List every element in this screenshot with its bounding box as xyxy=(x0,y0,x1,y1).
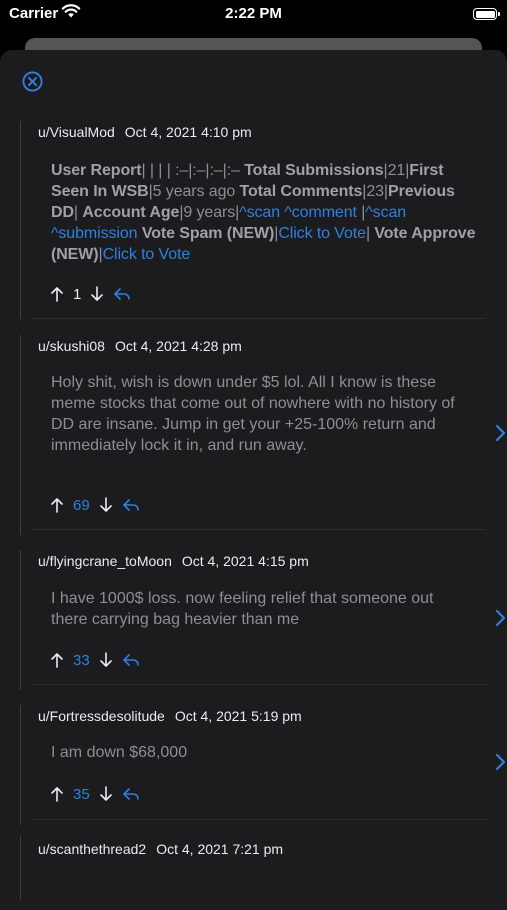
comment-author[interactable]: u/Fortressdesolitude xyxy=(38,708,165,724)
report-heading: Account Age xyxy=(82,204,180,221)
comment-body: User Report| | | | :–|:–|:–|:– Total Sub… xyxy=(51,160,476,265)
comment-author[interactable]: u/scanthethread2 xyxy=(38,841,146,857)
comment-item: u/flyingcrane_toMoon Oct 4, 2021 4:15 pm … xyxy=(20,550,506,690)
report-text: |5 years ago xyxy=(148,183,240,200)
comment-author[interactable]: u/skushi08 xyxy=(38,338,105,354)
separator xyxy=(32,318,486,319)
comment-actions: 1 xyxy=(51,284,131,304)
vote-spam-link[interactable]: Click to Vote xyxy=(278,225,366,242)
vote-count: 1 xyxy=(73,285,82,303)
report-text: |21| xyxy=(383,162,410,179)
comment-date: Oct 4, 2021 4:15 pm xyxy=(181,553,309,569)
comment-meta: u/flyingcrane_toMoon Oct 4, 2021 4:15 pm xyxy=(38,553,309,569)
separator xyxy=(32,529,486,530)
vote-approve-link[interactable]: Click to Vote xyxy=(103,246,191,263)
comment-meta: u/VisualMod Oct 4, 2021 4:10 pm xyxy=(38,124,252,140)
comment-meta: u/scanthethread2 Oct 4, 2021 7:21 pm xyxy=(38,841,283,857)
separator xyxy=(32,684,486,685)
vote-count: 69 xyxy=(73,496,90,514)
comment-meta: u/skushi08 Oct 4, 2021 4:28 pm xyxy=(38,338,242,354)
comment-item: u/Fortressdesolitude Oct 4, 2021 5:19 pm … xyxy=(20,705,506,825)
arrow-up-icon[interactable] xyxy=(51,497,63,513)
reply-icon[interactable] xyxy=(113,287,131,301)
report-heading: User Report xyxy=(51,162,142,179)
report-text: |9 years| xyxy=(179,204,240,221)
comment-author[interactable]: u/flyingcrane_toMoon xyxy=(38,553,172,569)
reply-icon[interactable] xyxy=(122,653,140,667)
thread-line xyxy=(20,705,21,825)
battery-icon xyxy=(473,8,500,20)
arrow-down-icon[interactable] xyxy=(99,497,112,513)
thread-line xyxy=(20,121,21,319)
comment-item: u/VisualMod Oct 4, 2021 4:10 pm User Repo… xyxy=(20,121,486,319)
report-text: |23| xyxy=(362,183,388,200)
thread-line xyxy=(20,550,21,690)
comment-date: Oct 4, 2021 5:19 pm xyxy=(174,708,302,724)
chevron-right-icon[interactable] xyxy=(494,609,506,627)
arrow-up-icon[interactable] xyxy=(51,286,63,302)
reply-icon[interactable] xyxy=(122,498,140,512)
comment-actions: 69 xyxy=(51,495,140,515)
report-text: | | | | :–|:–|:–|:– xyxy=(141,162,245,179)
comment-date: Oct 4, 2021 7:21 pm xyxy=(156,841,284,857)
vote-count: 33 xyxy=(73,651,90,669)
comment-body: I am down $68,000 xyxy=(51,744,188,761)
comment-author[interactable]: u/VisualMod xyxy=(38,124,115,140)
chevron-right-icon[interactable] xyxy=(494,753,506,771)
arrow-down-icon[interactable] xyxy=(99,786,112,802)
close-circle-icon[interactable] xyxy=(22,71,43,92)
scan-comment-link[interactable]: ^scan ^comment xyxy=(239,204,357,221)
status-time: 2:22 PM xyxy=(225,5,282,22)
separator xyxy=(32,819,486,820)
arrow-up-icon[interactable] xyxy=(51,652,63,668)
comment-date: Oct 4, 2021 4:10 pm xyxy=(124,124,252,140)
arrow-down-icon[interactable] xyxy=(99,652,112,668)
comment-date: Oct 4, 2021 4:28 pm xyxy=(114,338,242,354)
comment-item: u/skushi08 Oct 4, 2021 4:28 pm Holy shit,… xyxy=(20,335,506,535)
chevron-right-icon[interactable] xyxy=(494,424,506,442)
arrow-up-icon[interactable] xyxy=(51,786,63,802)
report-heading: Vote Spam (NEW) xyxy=(141,225,275,242)
comment-actions: 33 xyxy=(51,650,140,670)
comment-meta: u/Fortressdesolitude Oct 4, 2021 5:19 pm xyxy=(38,708,302,724)
status-bar: Carrier 2:22 PM xyxy=(0,0,507,30)
thread-line xyxy=(20,835,21,900)
vote-count: 35 xyxy=(73,785,90,803)
report-heading: Total Comments xyxy=(239,183,363,200)
report-heading: Total Submissions xyxy=(244,162,384,179)
reply-icon[interactable] xyxy=(122,787,140,801)
report-text: | xyxy=(356,204,366,221)
arrow-down-icon[interactable] xyxy=(91,286,104,302)
comment-body: I have 1000$ loss. now feeling relief th… xyxy=(51,590,434,628)
comment-body: Holy shit, wish is down under $5 lol. Al… xyxy=(51,374,455,454)
thread-line xyxy=(20,335,21,535)
comment-actions: 35 xyxy=(51,784,140,804)
comment-item: u/scanthethread2 Oct 4, 2021 7:21 pm xyxy=(20,835,486,900)
